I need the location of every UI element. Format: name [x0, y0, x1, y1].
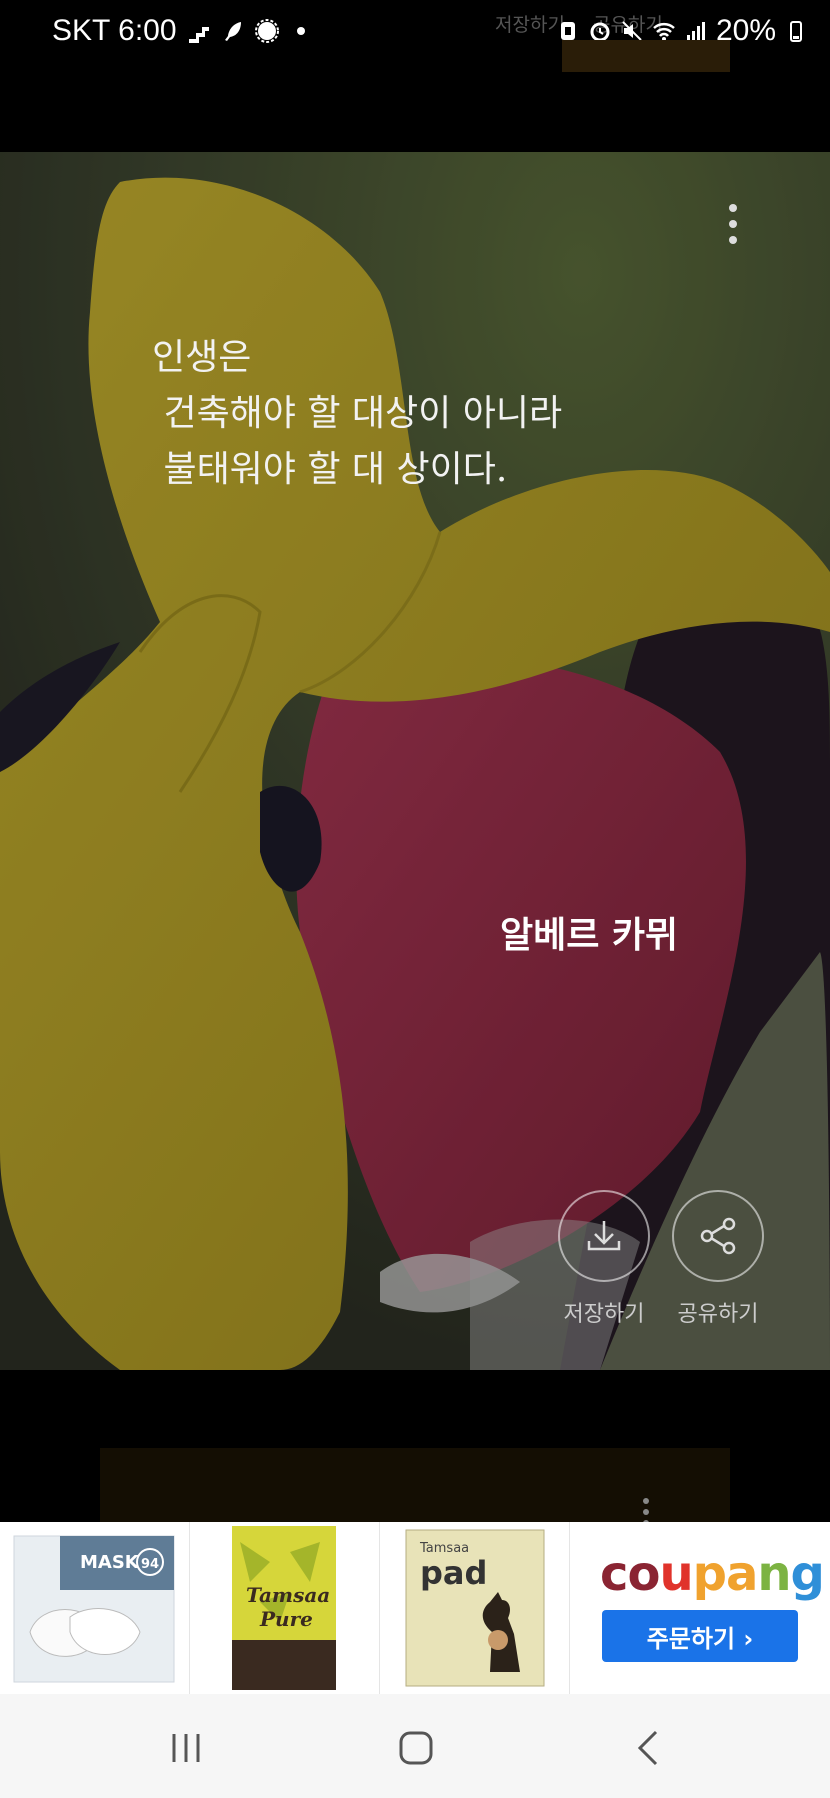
- sun-badge-icon: [254, 19, 279, 43]
- order-button-label: 주문하기 ›: [646, 1624, 754, 1653]
- carrier-time: SKT 6:00: [52, 14, 177, 47]
- more-options-icon-secondary[interactable]: [640, 1498, 652, 1526]
- svg-text:MASK: MASK: [80, 1552, 140, 1573]
- svg-text:Tamsaa: Tamsaa: [246, 1583, 330, 1607]
- svg-text:pad: pad: [420, 1554, 487, 1592]
- order-button[interactable]: 주문하기 ›: [602, 1610, 798, 1662]
- quote-text: 인생은 건축해야 할 대상이 아니라 불태워야 할 대 상이다.: [152, 337, 563, 490]
- home-icon[interactable]: [396, 1728, 436, 1768]
- pet-pad-icon: Tamsaa pad: [405, 1529, 545, 1687]
- ghost-save-label: 저장하기: [495, 14, 565, 36]
- tissue-box-icon: Tamsaa Pure: [232, 1526, 336, 1690]
- share-label: 공유하기: [677, 1302, 759, 1327]
- coupang-ad[interactable]: coupang 주문하기 ›: [570, 1522, 830, 1694]
- coupang-logo: coupang: [600, 1546, 825, 1602]
- ad-product-pad[interactable]: Tamsaa pad: [380, 1522, 570, 1694]
- next-card-preview: [100, 1448, 730, 1524]
- feather-icon: [224, 22, 241, 41]
- recent-apps-icon[interactable]: [166, 1728, 206, 1768]
- battery-icon: [790, 21, 802, 42]
- back-icon[interactable]: [630, 1728, 670, 1768]
- quote-author: 알베르 카뮈: [500, 914, 679, 956]
- more-options-icon[interactable]: [724, 204, 742, 250]
- status-left: SKT 6:00: [52, 14, 313, 48]
- navigation-bar: [0, 1694, 830, 1798]
- mask-box-icon: MASK 94: [13, 1535, 175, 1683]
- share-icon: [700, 1217, 736, 1255]
- save-button[interactable]: 저장하기: [558, 1190, 650, 1328]
- ghost-highlight: [562, 40, 730, 72]
- ad-product-tissue[interactable]: Tamsaa Pure: [190, 1522, 380, 1694]
- stairs-icon: [188, 27, 209, 43]
- save-label: 저장하기: [563, 1302, 645, 1327]
- ad-banner[interactable]: MASK 94 Tamsaa Pure Tamsaa pad coupang 주…: [0, 1522, 830, 1694]
- download-icon: [587, 1221, 621, 1251]
- ad-product-mask[interactable]: MASK 94: [0, 1522, 190, 1694]
- svg-text:94: 94: [141, 1557, 159, 1572]
- share-button[interactable]: 공유하기: [672, 1190, 764, 1328]
- dot-icon: [296, 27, 305, 35]
- quote-card[interactable]: 인생은 건축해야 할 대상이 아니라 불태워야 할 대 상이다. 알베르 카뮈 …: [0, 152, 830, 1370]
- svg-text:Pure: Pure: [259, 1607, 313, 1631]
